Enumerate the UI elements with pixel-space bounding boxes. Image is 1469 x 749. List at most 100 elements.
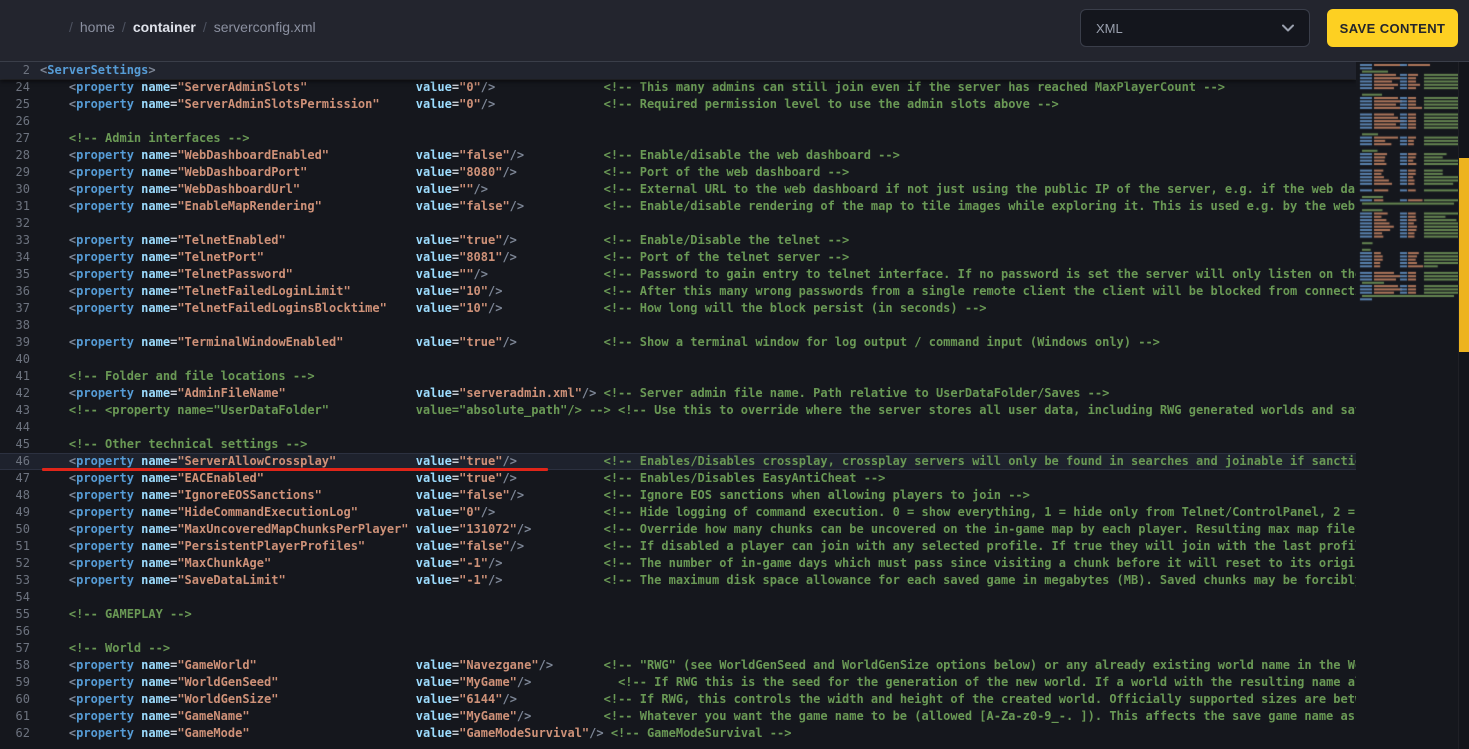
code-line-text: <property name="HideCommandExecutionLog"…	[68, 505, 1355, 519]
line-number: 2	[22, 63, 30, 77]
code-line-text: <ServerSettings>	[40, 63, 156, 77]
line-number: 55	[15, 607, 30, 621]
code-line[interactable]: 39 <property name="TerminalWindowEnabled…	[0, 334, 1356, 351]
code-line[interactable]: 36 <property name="TelnetFailedLoginLimi…	[0, 283, 1356, 300]
code-line[interactable]: 58 <property name="GameWorld" value="Nav…	[0, 657, 1356, 674]
language-select-value: XML	[1096, 20, 1123, 36]
code-line-text: <property name="AdminFileName" value="se…	[68, 386, 1110, 400]
code-line[interactable]: 41 <!-- Folder and file locations -->	[0, 368, 1356, 385]
line-number: 46	[15, 454, 30, 468]
chevron-down-icon	[1282, 24, 1294, 32]
minimap[interactable]	[1356, 62, 1458, 749]
code-line[interactable]: 46 <property name="ServerAllowCrossplay"…	[0, 453, 1356, 471]
code-line[interactable]: 27 <!-- Admin interfaces -->	[0, 130, 1356, 147]
breadcrumb-separator: /	[202, 19, 207, 35]
code-line-text: <property name="WebDashboardEnabled" val…	[68, 148, 900, 162]
code-line[interactable]: 33 <property name="TelnetEnabled" value=…	[0, 232, 1356, 249]
line-number: 47	[15, 471, 30, 485]
line-number: 27	[15, 131, 30, 145]
scrollbar-thumb[interactable]	[1459, 158, 1469, 352]
line-number: 45	[15, 437, 30, 451]
line-number: 34	[15, 250, 30, 264]
code-line[interactable]: 48 <property name="IgnoreEOSSanctions" v…	[0, 487, 1356, 504]
code-line[interactable]: 38	[0, 317, 1356, 334]
line-number: 30	[15, 182, 30, 196]
code-line-text: <property name="TelnetFailedLoginLimit" …	[68, 284, 1356, 298]
code-line[interactable]: 45 <!-- Other technical settings -->	[0, 436, 1356, 453]
code-line[interactable]: 59 <property name="WorldGenSeed" value="…	[0, 674, 1356, 691]
code-line[interactable]: 24 <property name="ServerAdminSlots" val…	[0, 79, 1356, 96]
code-line-text: <property name="TelnetPort" value="8081"…	[68, 250, 850, 264]
code-line[interactable]: 55 <!-- GAMEPLAY -->	[0, 606, 1356, 623]
code-line[interactable]: 35 <property name="TelnetPassword" value…	[0, 266, 1356, 283]
code-line[interactable]: 42 <property name="AdminFileName" value=…	[0, 385, 1356, 402]
code-line[interactable]: 50 <property name="MaxUncoveredMapChunks…	[0, 521, 1356, 538]
code-line[interactable]: 54	[0, 589, 1356, 606]
code-line[interactable]: 57 <!-- World -->	[0, 640, 1356, 657]
line-number: 39	[15, 335, 30, 349]
code-line-text: <property name="EACEnabled" value="true"…	[68, 471, 886, 485]
code-line[interactable]: 56	[0, 623, 1356, 640]
code-line[interactable]: 60 <property name="WorldGenSize" value="…	[0, 691, 1356, 708]
code-line[interactable]: 25 <property name="ServerAdminSlotsPermi…	[0, 96, 1356, 113]
code-line-text: <property name="TelnetEnabled" value="tr…	[68, 233, 850, 247]
breadcrumb-item-container[interactable]: container	[133, 19, 196, 35]
code-line-text: <!-- Admin interfaces -->	[68, 131, 250, 145]
line-number: 31	[15, 199, 30, 213]
code-line-text: <property name="WebDashboardUrl" value="…	[68, 182, 1356, 196]
code-editor[interactable]: 2 <ServerSettings> 24 <property name="Serv…	[0, 62, 1356, 749]
code-line-text: <!-- World -->	[68, 641, 171, 655]
code-line[interactable]: 37 <property name="TelnetFailedLoginsBlo…	[0, 300, 1356, 317]
line-number: 61	[15, 709, 30, 723]
code-line-text: <property name="GameName" value="MyGame"…	[68, 709, 1355, 723]
code-line-text: <property name="WorldGenSeed" value="MyG…	[68, 675, 1356, 689]
red-annotation-underline	[42, 468, 548, 471]
breadcrumb-item-file[interactable]: serverconfig.xml	[214, 19, 316, 35]
line-number: 42	[15, 386, 30, 400]
line-number: 50	[15, 522, 30, 536]
code-line[interactable]: 31 <property name="EnableMapRendering" v…	[0, 198, 1356, 215]
code-line[interactable]: 30 <property name="WebDashboardUrl" valu…	[0, 181, 1356, 198]
save-content-button[interactable]: SAVE CONTENT	[1327, 9, 1458, 47]
scrollbar-track[interactable]	[1458, 62, 1469, 749]
code-line[interactable]: 40	[0, 351, 1356, 368]
code-line-text: <!-- <property name="UserDataFolder" val…	[68, 403, 1356, 417]
code-line-text: <property name="GameWorld" value="Navezg…	[68, 658, 1356, 672]
code-line-text: <property name="TelnetFailedLoginsBlockt…	[68, 301, 987, 315]
line-number: 26	[15, 114, 30, 128]
code-line-text: <!-- GAMEPLAY -->	[68, 607, 192, 621]
code-line[interactable]: 34 <property name="TelnetPort" value="80…	[0, 249, 1356, 266]
code-line[interactable]: 51 <property name="PersistentPlayerProfi…	[0, 538, 1356, 555]
code-line-text: <property name="TerminalWindowEnabled" v…	[68, 335, 1160, 349]
line-number: 44	[15, 420, 30, 434]
sticky-code-line[interactable]: 2 <ServerSettings>	[0, 62, 1356, 79]
code-line[interactable]: 28 <property name="WebDashboardEnabled" …	[0, 147, 1356, 164]
code-line-text: <property name="MaxUncoveredMapChunksPer…	[68, 522, 1355, 536]
code-line[interactable]: 53 <property name="SaveDataLimit" value=…	[0, 572, 1356, 589]
code-line[interactable]: 49 <property name="HideCommandExecutionL…	[0, 504, 1356, 521]
line-number: 35	[15, 267, 30, 281]
code-line[interactable]: 43 <!-- <property name="UserDataFolder" …	[0, 402, 1356, 419]
code-line[interactable]: 52 <property name="MaxChunkAge" value="-…	[0, 555, 1356, 572]
line-number: 57	[15, 641, 30, 655]
code-line[interactable]: 47 <property name="EACEnabled" value="tr…	[0, 470, 1356, 487]
code-line[interactable]: 44	[0, 419, 1356, 436]
code-line[interactable]: 29 <property name="WebDashboardPort" val…	[0, 164, 1356, 181]
breadcrumb-item-home[interactable]: home	[80, 19, 115, 35]
line-number: 51	[15, 539, 30, 553]
code-line[interactable]: 61 <property name="GameName" value="MyGa…	[0, 708, 1356, 725]
code-line[interactable]: 26	[0, 113, 1356, 130]
breadcrumb-separator: /	[121, 19, 126, 35]
code-line[interactable]: 32	[0, 215, 1356, 232]
language-select[interactable]: XML	[1080, 9, 1310, 47]
line-number: 29	[15, 165, 30, 179]
line-number: 54	[15, 590, 30, 604]
code-line[interactable]: 62 <property name="GameMode" value="Game…	[0, 725, 1356, 742]
line-number: 40	[15, 352, 30, 366]
code-line-text: <property name="EnableMapRendering" valu…	[68, 199, 1355, 213]
